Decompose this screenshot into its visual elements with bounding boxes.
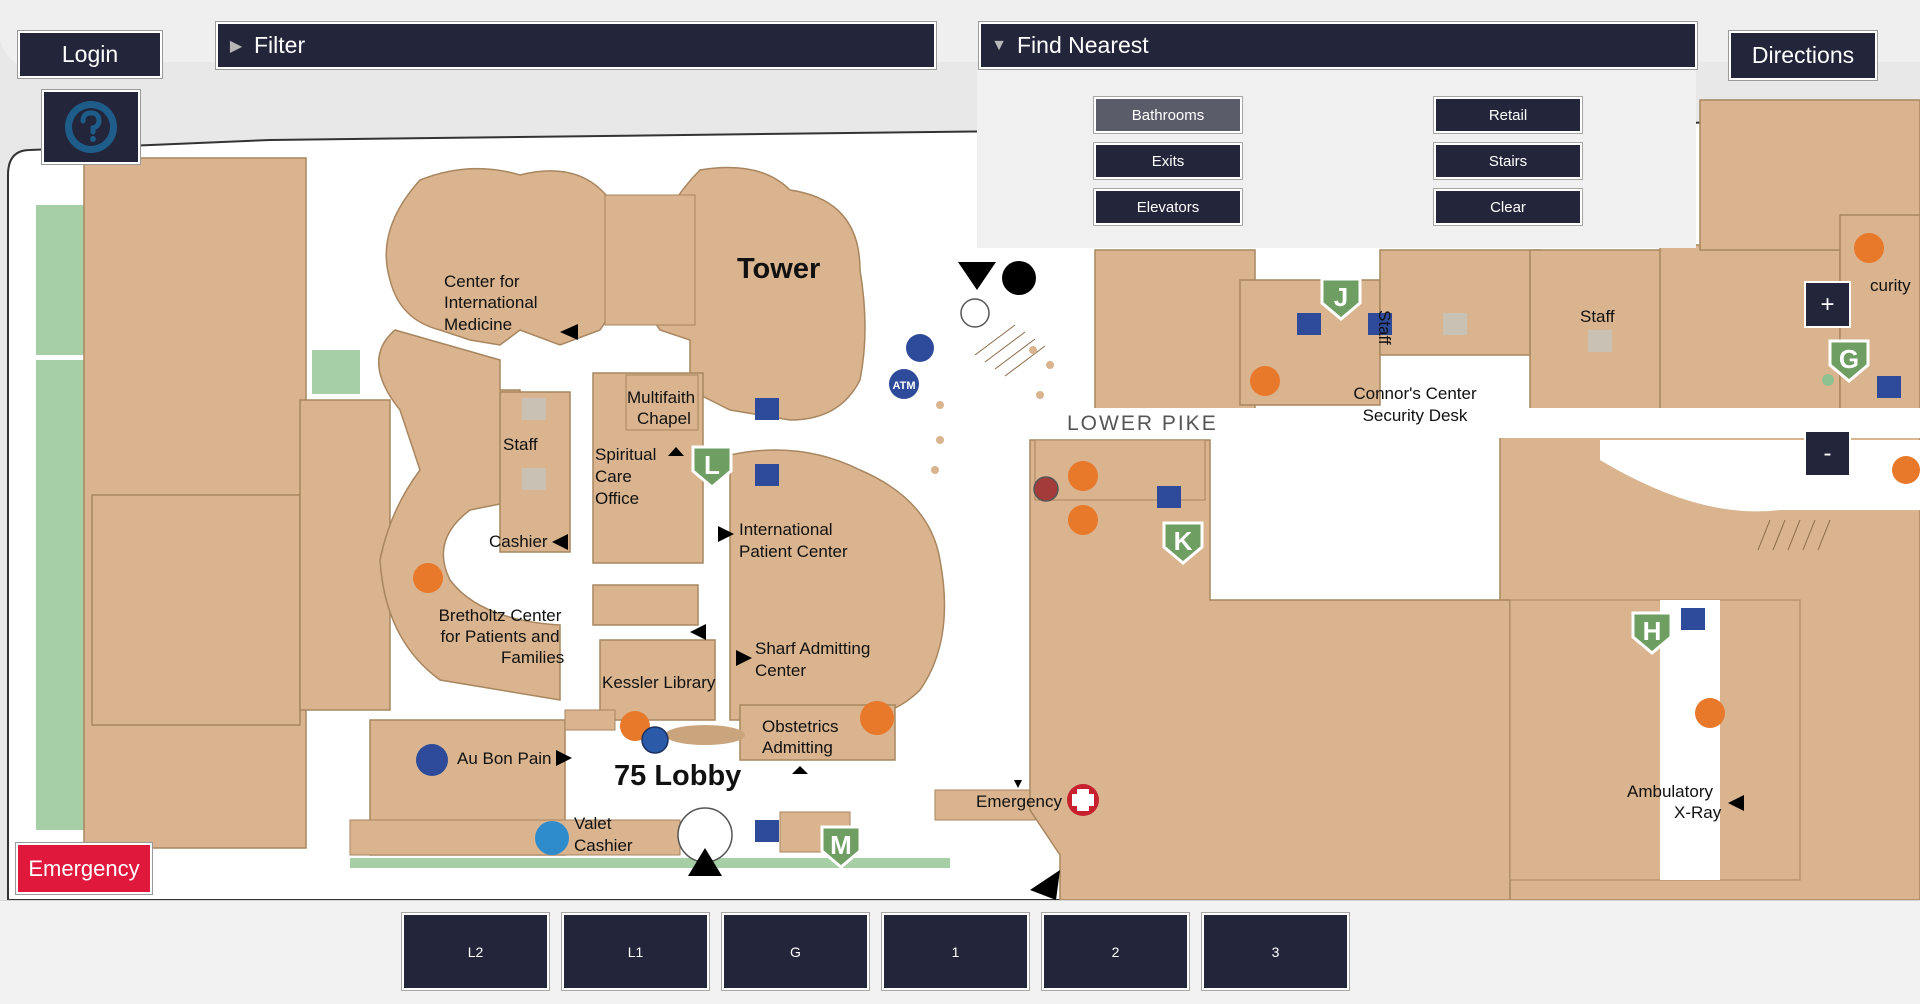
bretholtz-label-2: for Patients and <box>440 627 560 646</box>
filter-label: Filter <box>254 32 306 58</box>
zoom-out-button[interactable]: - <box>1804 430 1851 477</box>
stairs-button[interactable]: Stairs <box>1434 143 1582 179</box>
spiritual-label-2: Care <box>595 467 632 486</box>
collapse-triangle-icon: ▼ <box>991 36 1007 54</box>
valet-label-2: Cashier <box>574 836 633 855</box>
lobby-label: 75 Lobby <box>614 760 742 792</box>
question-icon <box>65 101 117 153</box>
sharf-label-1: Sharf Admitting <box>755 639 871 658</box>
find-nearest-label: Find Nearest <box>1017 32 1149 58</box>
xray-label-1: Ambulatory <box>1627 782 1713 801</box>
directions-button[interactable]: Directions <box>1729 31 1877 80</box>
exits-button[interactable]: Exits <box>1094 143 1242 179</box>
intl-label-1: International <box>739 520 833 539</box>
emergency-button[interactable]: Emergency <box>16 843 152 894</box>
bretholtz-label-3: Families <box>501 648 565 667</box>
floor-g-button[interactable]: G <box>722 913 869 990</box>
floor-l1-button[interactable]: L1 <box>562 913 709 990</box>
cim-label-1: Center for <box>444 272 520 291</box>
map-viewer: J L K G H M ATM Tower Center for Interna… <box>0 0 1920 1004</box>
emergency-map-label: Emergency <box>976 792 1062 811</box>
staff-label-mid: Staff <box>1375 310 1394 345</box>
connors-label-2: Security Desk <box>1362 406 1468 425</box>
expand-triangle-icon: ▶ <box>229 37 243 55</box>
help-button[interactable] <box>42 90 140 164</box>
floor-1-button[interactable]: 1 <box>882 913 1029 990</box>
bathrooms-button[interactable]: Bathrooms <box>1094 97 1242 133</box>
lower-pike-label: LOWER PIKE <box>1067 412 1218 435</box>
floor-l2-button[interactable]: L2 <box>402 913 549 990</box>
login-button[interactable]: Login <box>18 31 162 78</box>
floor-3-button[interactable]: 3 <box>1202 913 1349 990</box>
atm-label: ATM <box>892 380 915 392</box>
connors-label-1: Connor's Center <box>1353 384 1477 403</box>
xray-label-2: X-Ray <box>1674 803 1722 822</box>
find-nearest-panel: Bathrooms Retail Exits Stairs Elevators … <box>977 70 1696 248</box>
retail-button[interactable]: Retail <box>1434 97 1582 133</box>
intl-label-2: Patient Center <box>739 542 848 561</box>
floor-2-button[interactable]: 2 <box>1042 913 1189 990</box>
elevators-button[interactable]: Elevators <box>1094 189 1242 225</box>
bretholtz-label-1: Bretholtz Center <box>438 606 562 625</box>
filter-bar[interactable]: ▶ Filter <box>216 22 936 69</box>
clear-button[interactable]: Clear <box>1434 189 1582 225</box>
marker-h: H <box>1643 616 1662 646</box>
marker-g: G <box>1839 344 1859 374</box>
chapel-label-2: Chapel <box>637 409 691 428</box>
au-bon-pain-label: Au Bon Pain <box>457 749 552 768</box>
staff-label-left: Staff <box>503 435 538 454</box>
spiritual-label-1: Spiritual <box>595 445 657 464</box>
security-label: curity <box>1870 276 1911 295</box>
cim-label-3: Medicine <box>444 315 513 334</box>
marker-m: M <box>830 830 852 860</box>
cashier-label: Cashier <box>489 532 548 551</box>
marker-k: K <box>1174 526 1193 556</box>
obstetrics-label-1: Obstetrics <box>762 717 839 736</box>
marker-j: J <box>1334 282 1348 312</box>
kessler-label: Kessler Library <box>602 673 716 692</box>
zoom-in-button[interactable]: + <box>1804 281 1851 328</box>
staff-label-right: Staff <box>1580 307 1615 326</box>
sharf-label-2: Center <box>755 661 807 680</box>
find-nearest-bar[interactable]: ▼ Find Nearest <box>979 22 1697 69</box>
marker-l: L <box>704 450 720 480</box>
chapel-label-1: Multifaith <box>627 388 696 407</box>
spiritual-label-3: Office <box>595 489 640 508</box>
tower-label: Tower <box>737 253 821 285</box>
obstetrics-label-2: Admitting <box>762 738 833 757</box>
valet-label-1: Valet <box>574 814 612 833</box>
cim-label-2: International <box>444 293 538 312</box>
